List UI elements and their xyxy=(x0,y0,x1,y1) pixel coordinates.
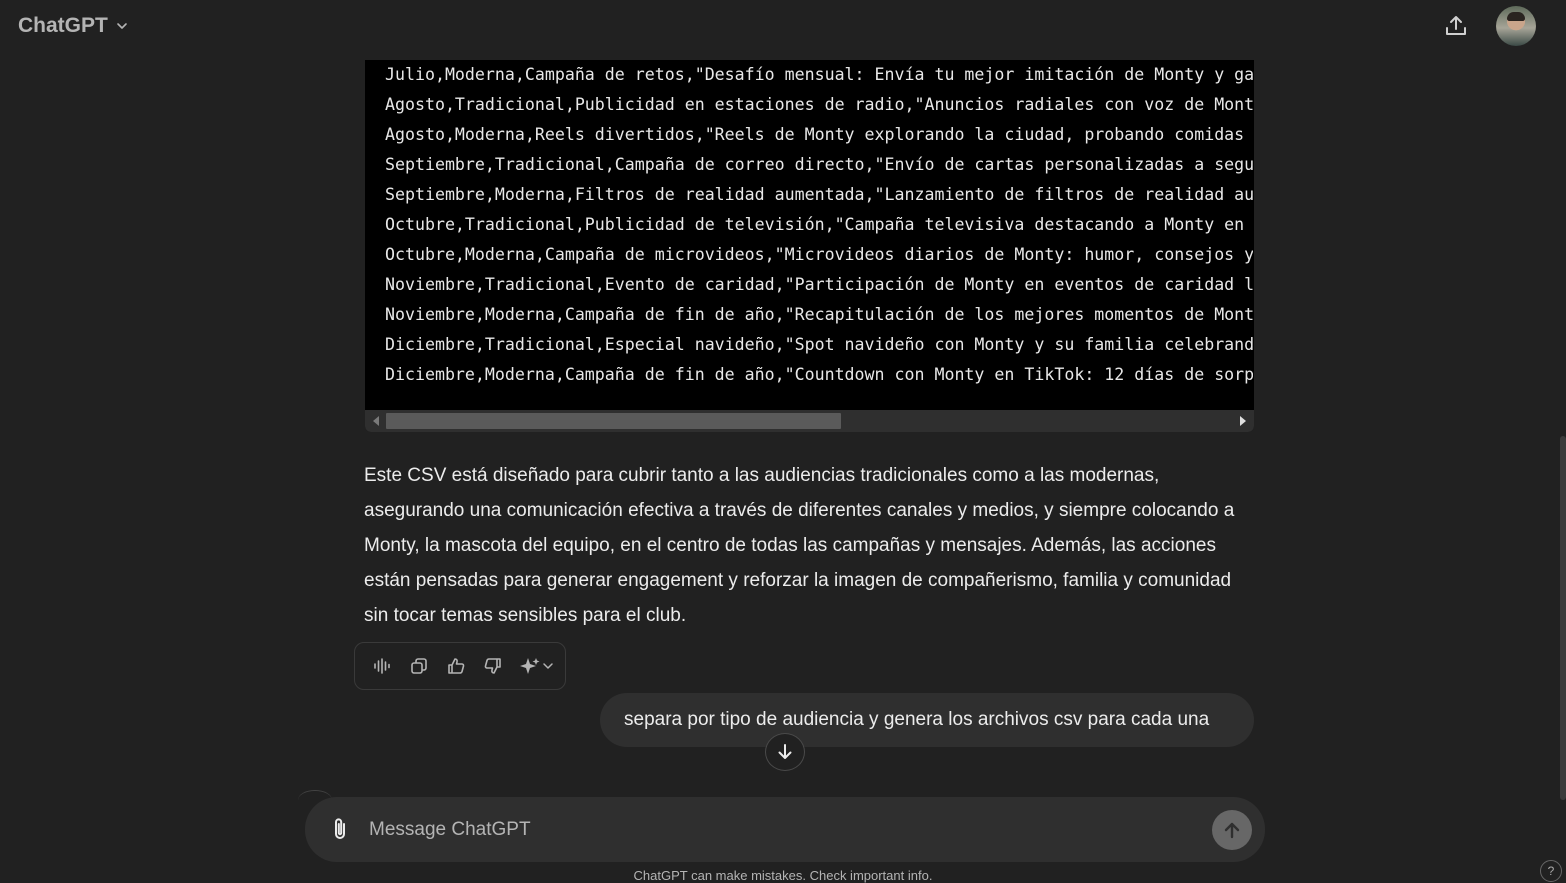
model-switcher[interactable]: ChatGPT xyxy=(10,8,138,44)
arrow-up-icon xyxy=(1224,822,1240,839)
help-button[interactable]: ? xyxy=(1540,860,1562,882)
code-line: Noviembre,Tradicional,Evento de caridad,… xyxy=(385,275,1253,294)
vertical-scrollbar-thumb[interactable] xyxy=(1560,436,1566,800)
thumbs-up-button[interactable] xyxy=(441,650,470,682)
paperclip-icon xyxy=(335,818,345,839)
scrollbar-thumb[interactable] xyxy=(386,413,841,429)
top-bar: ChatGPT xyxy=(0,0,1566,54)
code-line: Octubre,Moderna,Campaña de microvideos,"… xyxy=(385,245,1253,264)
thumbs-down-icon xyxy=(484,658,501,674)
code-line: Agosto,Tradicional,Publicidad en estacio… xyxy=(385,95,1253,114)
code-line: Diciembre,Moderna,Campaña de fin de año,… xyxy=(385,365,1253,384)
code-line: Octubre,Tradicional,Publicidad de televi… xyxy=(385,215,1253,234)
scroll-to-bottom-button[interactable] xyxy=(765,733,805,771)
code-line: Septiembre,Tradicional,Campaña de correo… xyxy=(385,155,1253,174)
message-actions xyxy=(354,642,566,690)
code-line: Agosto,Moderna,Reels divertidos,"Reels d… xyxy=(385,125,1253,144)
arrow-down-icon xyxy=(778,744,792,759)
code-content: Julio,Moderna,Campaña de retos,"Desafío … xyxy=(385,60,1253,410)
scroll-right-icon[interactable] xyxy=(1240,416,1246,426)
read-aloud-button[interactable] xyxy=(367,650,396,682)
thumbs-down-button[interactable] xyxy=(478,650,507,682)
user-message-text: separa por tipo de audiencia y genera lo… xyxy=(624,709,1210,730)
model-name: ChatGPT xyxy=(18,14,108,37)
assistant-message: Este CSV está diseñado para cubrir tanto… xyxy=(364,465,1235,626)
share-button[interactable] xyxy=(1436,8,1476,44)
share-upload-icon xyxy=(1446,16,1466,35)
regenerate-button[interactable] xyxy=(515,650,559,682)
code-line: Septiembre,Moderna,Filtros de realidad a… xyxy=(385,185,1253,204)
attach-button[interactable] xyxy=(325,814,355,844)
user-message: separa por tipo de audiencia y genera lo… xyxy=(600,693,1254,747)
code-line: Julio,Moderna,Campaña de retos,"Desafío … xyxy=(385,65,1253,84)
copy-button[interactable] xyxy=(404,650,433,682)
csv-code-block: Julio,Moderna,Campaña de retos,"Desafío … xyxy=(365,60,1254,432)
regenerate-sparkle-icon xyxy=(520,658,553,674)
user-avatar[interactable] xyxy=(1496,6,1536,46)
disclaimer: ChatGPT can make mistakes. Check importa… xyxy=(633,868,933,883)
scroll-left-icon[interactable] xyxy=(373,416,379,426)
chevron-down-icon xyxy=(114,18,130,34)
message-input[interactable] xyxy=(369,815,1189,845)
read-aloud-icon xyxy=(373,658,390,674)
code-line: Noviembre,Moderna,Campaña de fin de año,… xyxy=(385,305,1253,324)
composer xyxy=(305,797,1265,862)
copy-icon xyxy=(410,658,427,674)
send-button[interactable] xyxy=(1212,810,1252,850)
horizontal-scrollbar[interactable] xyxy=(365,410,1254,432)
thumbs-up-icon xyxy=(447,658,464,674)
vertical-scrollbar[interactable] xyxy=(1560,60,1566,800)
code-line: Diciembre,Tradicional,Especial navideño,… xyxy=(385,335,1253,354)
